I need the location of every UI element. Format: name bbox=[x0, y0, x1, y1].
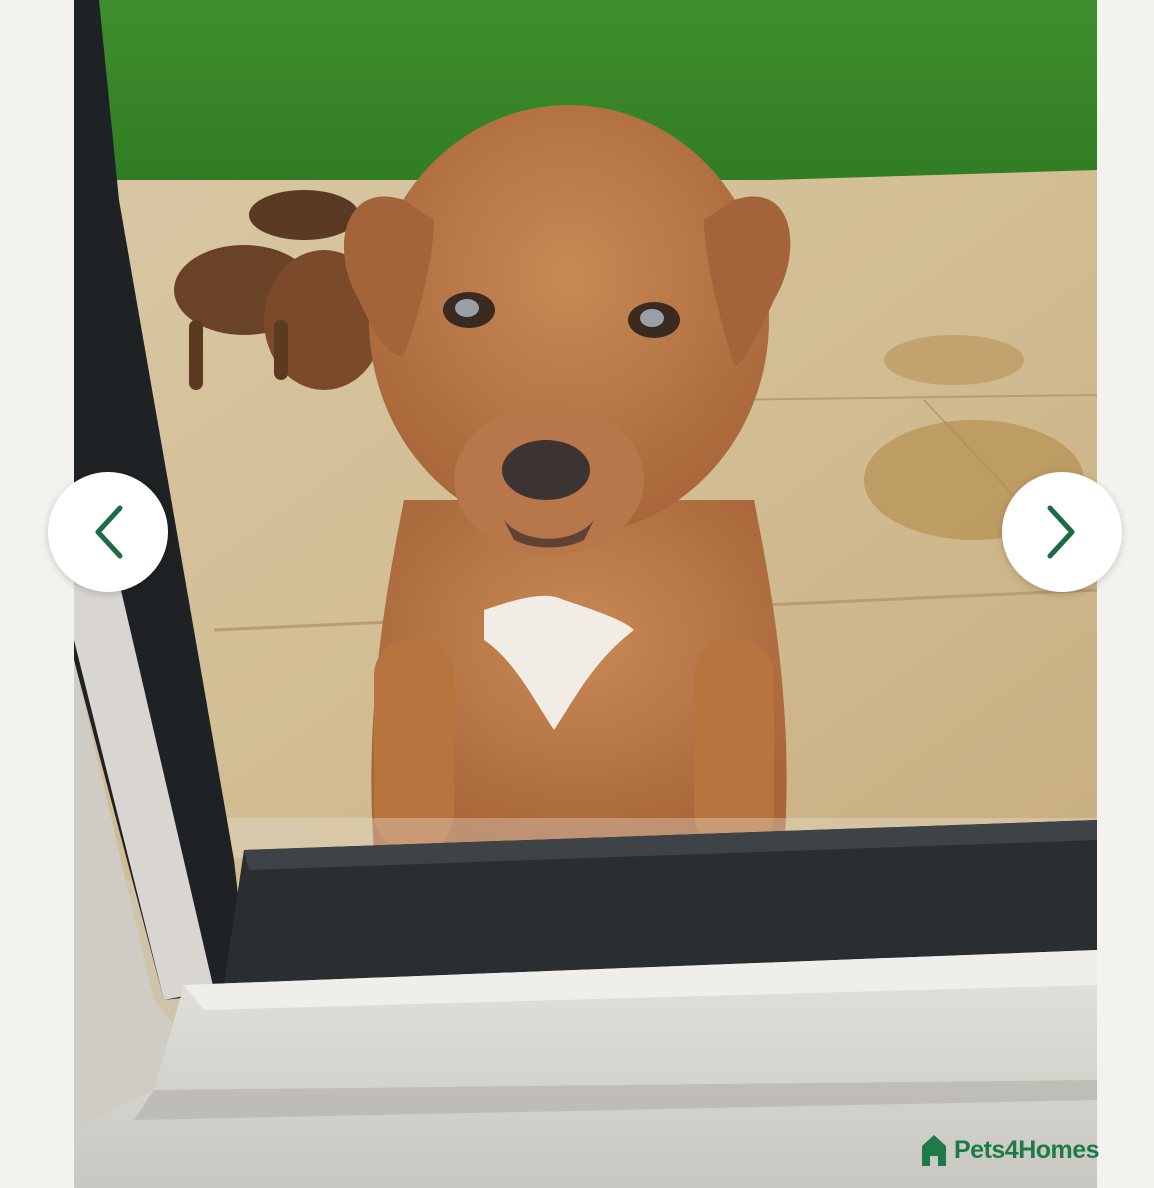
chevron-right-icon bbox=[1047, 505, 1075, 559]
house-icon bbox=[922, 1135, 946, 1166]
puppy-photo bbox=[74, 0, 1097, 1188]
listing-photo bbox=[74, 0, 1097, 1188]
previous-image-button[interactable] bbox=[48, 472, 168, 592]
next-image-button[interactable] bbox=[1002, 472, 1122, 592]
chevron-left-icon bbox=[95, 505, 123, 559]
watermark-text: Pets4Homes bbox=[954, 1135, 1100, 1164]
image-gallery: Pets4Homes bbox=[0, 0, 1154, 1188]
brand-watermark: Pets4Homes bbox=[918, 1128, 1100, 1172]
